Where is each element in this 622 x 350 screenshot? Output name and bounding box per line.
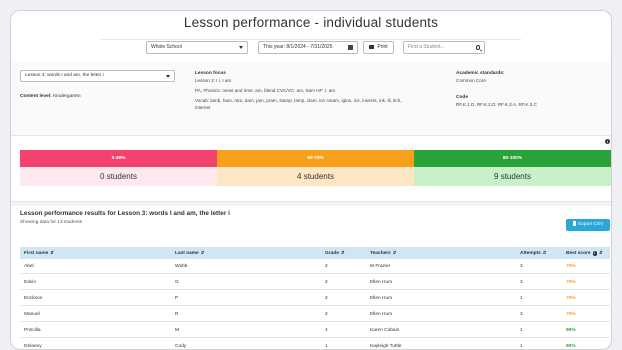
lesson-focus-line: internet (195, 105, 211, 110)
cell-teacher: Kayleigh Tuttle (370, 344, 402, 349)
cell-first-name: Edvin (24, 280, 36, 285)
cell-teacher: Ellen Hum (370, 312, 393, 317)
band-high-label: 80-100% (414, 150, 611, 167)
cell-teacher: Karen Cobain (370, 328, 400, 333)
content-level-label: Content level: (20, 94, 52, 99)
cell-last-name: M (175, 328, 179, 333)
code-heading: Code (456, 95, 468, 100)
cell-grade: 2 (325, 296, 328, 301)
results-subtitle: Showing data for 13 students (20, 220, 83, 225)
column-best-score[interactable]: Best score i ⇵ (566, 247, 603, 259)
column-first-name[interactable]: First name ⇵ (24, 247, 54, 259)
cell-last-name: Webb (175, 264, 188, 269)
column-last-name[interactable]: Last name ⇵ (175, 247, 204, 259)
search-placeholder: Find a Student... (408, 44, 445, 50)
page-title: Lesson performance - individual students (183, 15, 439, 30)
sort-icon[interactable]: ⇵ (50, 247, 54, 259)
band-high-count: 9 students (414, 167, 611, 186)
table-row[interactable]: Edvin G 2 Ellen Hum 3 70% (20, 275, 610, 290)
print-button[interactable]: Print (363, 41, 394, 54)
cell-best-score: 90% (566, 328, 576, 333)
lesson-focus-line: Vocab: lamb, ham, ram, dam, jam, pram, s… (195, 98, 402, 103)
export-csv-label: Export CSV (578, 222, 604, 227)
cell-grade: 2 (325, 312, 328, 317)
cell-first-name: Priscilla (24, 328, 41, 333)
school-select-value: Whole School (151, 44, 182, 50)
search-icon[interactable] (475, 45, 480, 50)
table-row[interactable]: Priscilla M 4 Karen Cobain 1 90% (20, 323, 610, 338)
cell-best-score: 70% (566, 312, 576, 317)
calendar-icon (348, 45, 353, 50)
cell-first-name: Erickson (24, 296, 43, 301)
cell-first-name: Abel (24, 264, 34, 269)
lesson-focus-line: PA, Phonics: onset and rime: am, blend C… (195, 88, 336, 93)
date-range-value: This year: 8/1/2024 - 7/31/2025 (263, 44, 333, 50)
lesson-focus-line: Lesson 3: I i, I am (195, 78, 232, 83)
cell-last-name: G (175, 280, 179, 285)
cell-last-name: Cody (175, 344, 187, 349)
cell-teacher: Ellen Hum (370, 280, 393, 285)
cell-best-score: 90% (566, 344, 576, 349)
cell-teacher: Ellen Hum (370, 296, 393, 301)
table-row[interactable]: Manuel R 2 Ellen Hum 3 70% (20, 307, 610, 322)
cell-teacher: M Frazier (370, 264, 391, 269)
code-value: RF.K.1.D, RF.K.2.D, RF.K.3.A, RF.K.3.C (456, 102, 537, 107)
cell-attempts: 1 (520, 328, 523, 333)
column-teachers[interactable]: Teachers ⇵ (370, 247, 396, 259)
results-title: Lesson performance results for Lesson 3:… (20, 210, 230, 217)
cell-attempts: 1 (520, 296, 523, 301)
table-row[interactable]: Erickson P 2 Ellen Hum 1 70% (20, 291, 610, 306)
band-mid-count: 4 students (217, 167, 414, 186)
print-label: Print (377, 44, 388, 50)
cell-best-score: 70% (566, 296, 576, 301)
standards-heading: Academic standards: (456, 71, 505, 76)
cell-first-name: Manuel (24, 312, 40, 317)
cell-last-name: R (175, 312, 179, 317)
cell-grade: 2 (325, 280, 328, 285)
school-select[interactable]: Whole School (146, 41, 248, 54)
cell-best-score: 70% (566, 280, 576, 285)
cell-attempts: 1 (520, 344, 523, 349)
info-icon[interactable]: i (605, 139, 610, 144)
results-table-header: First name ⇵ Last name ⇵ Grade ⇵ Teachers ⇵ … (20, 247, 610, 259)
standards-value: Common Core (456, 78, 486, 83)
title-divider (101, 39, 521, 40)
info-icon[interactable]: i (592, 251, 598, 256)
printer-icon (369, 44, 375, 49)
chevron-down-icon (239, 46, 243, 49)
band-low-label: 0-49% (20, 150, 217, 167)
column-grade[interactable]: Grade ⇵ (325, 247, 345, 259)
table-row[interactable]: Delaney Cody 1 Kayleigh Tuttle 1 90% (20, 339, 610, 349)
cell-best-score: 70% (566, 264, 576, 269)
content-level: Content level: Kindergarten (20, 94, 81, 99)
cell-grade: 4 (325, 328, 328, 333)
cell-attempts: 3 (520, 312, 523, 317)
sort-icon[interactable]: ⇵ (341, 247, 345, 259)
band-mid-label: 50-79% (217, 150, 414, 167)
band-low-count: 0 students (20, 167, 217, 186)
cell-last-name: P (175, 296, 179, 301)
cell-grade: 2 (325, 264, 328, 269)
chevron-down-icon (166, 75, 170, 78)
sort-icon[interactable]: ⇵ (543, 247, 547, 259)
cell-grade: 1 (325, 344, 328, 349)
export-csv-button[interactable]: Export CSV (566, 219, 610, 231)
student-search-input[interactable]: Find a Student... (403, 41, 485, 54)
sort-icon[interactable]: ⇵ (393, 247, 397, 259)
cell-attempts: 3 (520, 264, 523, 269)
section-divider (11, 201, 611, 206)
lesson-select[interactable]: Lesson 3: words I and am, the letter i (20, 70, 175, 82)
cell-attempts: 3 (520, 280, 523, 285)
date-range-picker[interactable]: This year: 8/1/2024 - 7/31/2025 (258, 41, 358, 54)
file-icon (572, 221, 577, 226)
lesson-select-value: Lesson 3: words I and am, the letter i (25, 73, 104, 78)
report-frame: Lesson performance - individual students… (10, 10, 612, 350)
column-attempts[interactable]: Attempts ⇵ (520, 247, 546, 259)
lesson-focus-heading: Lesson focus (195, 71, 226, 76)
sort-icon[interactable]: ⇵ (599, 247, 603, 259)
sort-icon[interactable]: ⇵ (201, 247, 205, 259)
content-level-value: Kindergarten (53, 94, 81, 99)
table-row[interactable]: Abel Webb 2 M Frazier 3 70% (20, 259, 610, 274)
cell-first-name: Delaney (24, 344, 42, 349)
